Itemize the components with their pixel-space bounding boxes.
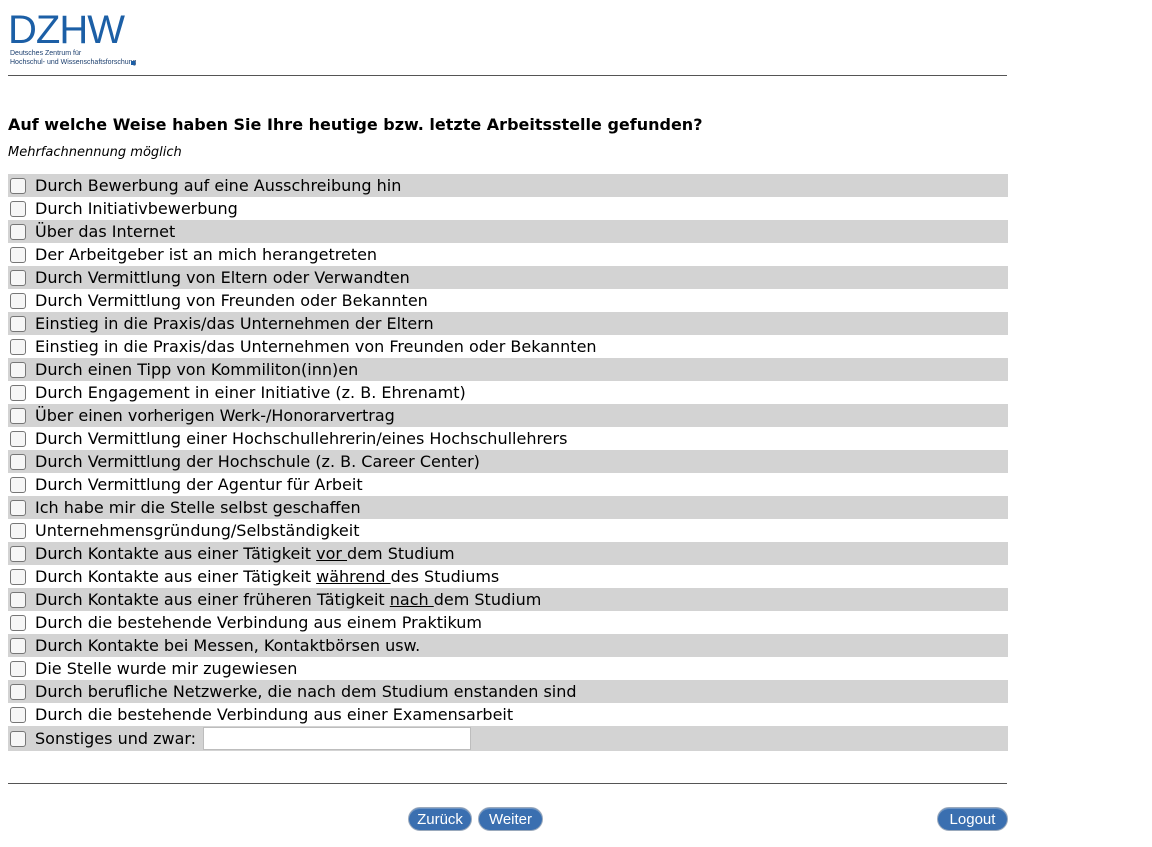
header-divider xyxy=(8,75,1007,76)
option-label: Durch Engagement in einer Initiative (z.… xyxy=(35,383,466,402)
option-row[interactable]: Durch Engagement in einer Initiative (z.… xyxy=(8,381,1008,404)
option-row[interactable]: Ich habe mir die Stelle selbst geschaffe… xyxy=(8,496,1008,519)
other-label: Sonstiges und zwar: xyxy=(35,729,197,748)
option-row[interactable]: Über das Internet xyxy=(8,220,1008,243)
option-row[interactable]: Durch Kontakte aus einer Tätigkeit währe… xyxy=(8,565,1008,588)
checkbox[interactable] xyxy=(10,430,26,447)
option-row[interactable]: Durch Kontakte bei Messen, Kontaktbörsen… xyxy=(8,634,1008,657)
option-label: Durch Kontakte aus einer Tätigkeit währe… xyxy=(35,567,500,586)
option-row[interactable]: Einstieg in die Praxis/das Unternehmen d… xyxy=(8,312,1008,335)
option-label: Durch Vermittlung einer Hochschullehreri… xyxy=(35,429,568,448)
checkbox[interactable] xyxy=(10,407,26,424)
option-label: Durch Bewerbung auf eine Ausschreibung h… xyxy=(35,176,402,195)
option-label: Durch Kontakte aus einer Tätigkeit vor d… xyxy=(35,544,455,563)
checkbox[interactable] xyxy=(10,614,26,631)
checkbox[interactable] xyxy=(10,499,26,516)
option-row[interactable]: Durch berufliche Netzwerke, die nach dem… xyxy=(8,680,1008,703)
logo-subtitle-line1: Deutsches Zentrum für xyxy=(10,50,82,57)
back-button[interactable]: Zurück xyxy=(408,807,472,831)
checkbox-other[interactable] xyxy=(10,730,26,747)
checkbox[interactable] xyxy=(10,545,26,562)
option-row[interactable]: Durch Initiativbewerbung xyxy=(8,197,1008,220)
option-label: Durch einen Tipp von Kommiliton(inn)en xyxy=(35,360,359,379)
option-label: Durch Kontakte aus einer früheren Tätigk… xyxy=(35,590,542,609)
checkbox[interactable] xyxy=(10,591,26,608)
question-hint: Mehrfachnennung möglich xyxy=(8,145,182,160)
option-row[interactable]: Durch Vermittlung der Hochschule (z. B. … xyxy=(8,450,1008,473)
other-text-input[interactable] xyxy=(203,727,472,750)
next-button[interactable]: Weiter xyxy=(478,807,543,831)
option-row[interactable]: Durch Vermittlung von Freunden oder Beka… xyxy=(8,289,1008,312)
option-label: Durch Vermittlung von Eltern oder Verwan… xyxy=(35,268,410,287)
checkbox[interactable] xyxy=(10,361,26,378)
option-row[interactable]: Durch Vermittlung einer Hochschullehreri… xyxy=(8,427,1008,450)
option-label: Durch die bestehende Verbindung aus eine… xyxy=(35,613,482,632)
checkbox[interactable] xyxy=(10,476,26,493)
checkbox[interactable] xyxy=(10,706,26,723)
option-row[interactable]: Über einen vorherigen Werk-/Honorarvertr… xyxy=(8,404,1008,427)
logo-wordmark: DZHW xyxy=(8,8,125,52)
option-label: Durch Vermittlung von Freunden oder Beka… xyxy=(35,291,428,310)
option-row[interactable]: Einstieg in die Praxis/das Unternehmen v… xyxy=(8,335,1008,358)
footer-divider xyxy=(8,783,1007,784)
option-row-other[interactable]: Sonstiges und zwar: xyxy=(8,726,1008,751)
option-label: Die Stelle wurde mir zugewiesen xyxy=(35,659,298,678)
checkbox[interactable] xyxy=(10,568,26,585)
option-label: Durch Vermittlung der Agentur für Arbeit xyxy=(35,475,363,494)
checkbox[interactable] xyxy=(10,384,26,401)
checkbox[interactable] xyxy=(10,522,26,539)
logo-subtitle-line2: Hochschul- und Wissenschaftsforschung xyxy=(10,59,137,66)
logo-square-mark xyxy=(131,61,135,65)
checkbox[interactable] xyxy=(10,660,26,677)
dzhw-logo: DZHW Deutsches Zentrum für Hochschul- un… xyxy=(8,10,140,66)
checkbox[interactable] xyxy=(10,683,26,700)
question-text: Auf welche Weise haben Sie Ihre heutige … xyxy=(8,115,703,134)
option-label: Über einen vorherigen Werk-/Honorarvertr… xyxy=(35,406,395,425)
checkbox[interactable] xyxy=(10,453,26,470)
option-label: Einstieg in die Praxis/das Unternehmen d… xyxy=(35,314,434,333)
option-row[interactable]: Durch die bestehende Verbindung aus eine… xyxy=(8,703,1008,726)
option-label: Durch Kontakte bei Messen, Kontaktbörsen… xyxy=(35,636,421,655)
option-label: Unternehmensgründung/Selbständigkeit xyxy=(35,521,360,540)
option-row[interactable]: Durch Bewerbung auf eine Ausschreibung h… xyxy=(8,174,1008,197)
options-list: Durch Bewerbung auf eine Ausschreibung h… xyxy=(8,174,1008,751)
option-label: Über das Internet xyxy=(35,222,176,241)
option-row[interactable]: Durch die bestehende Verbindung aus eine… xyxy=(8,611,1008,634)
checkbox[interactable] xyxy=(10,177,26,194)
option-row[interactable]: Durch Kontakte aus einer früheren Tätigk… xyxy=(8,588,1008,611)
option-row[interactable]: Durch Kontakte aus einer Tätigkeit vor d… xyxy=(8,542,1008,565)
checkbox[interactable] xyxy=(10,269,26,286)
checkbox[interactable] xyxy=(10,338,26,355)
checkbox[interactable] xyxy=(10,223,26,240)
checkbox[interactable] xyxy=(10,200,26,217)
option-row[interactable]: Durch Vermittlung von Eltern oder Verwan… xyxy=(8,266,1008,289)
option-label: Durch die bestehende Verbindung aus eine… xyxy=(35,705,514,724)
option-row[interactable]: Unternehmensgründung/Selbständigkeit xyxy=(8,519,1008,542)
option-label: Der Arbeitgeber ist an mich herangetrete… xyxy=(35,245,378,264)
checkbox[interactable] xyxy=(10,315,26,332)
option-row[interactable]: Durch Vermittlung der Agentur für Arbeit xyxy=(8,473,1008,496)
option-row[interactable]: Der Arbeitgeber ist an mich herangetrete… xyxy=(8,243,1008,266)
option-label: Durch Vermittlung der Hochschule (z. B. … xyxy=(35,452,480,471)
option-label: Durch berufliche Netzwerke, die nach dem… xyxy=(35,682,577,701)
option-label: Durch Initiativbewerbung xyxy=(35,199,238,218)
option-row[interactable]: Die Stelle wurde mir zugewiesen xyxy=(8,657,1008,680)
logout-button[interactable]: Logout xyxy=(937,807,1008,831)
option-label: Ich habe mir die Stelle selbst geschaffe… xyxy=(35,498,361,517)
checkbox[interactable] xyxy=(10,246,26,263)
option-row[interactable]: Durch einen Tipp von Kommiliton(inn)en xyxy=(8,358,1008,381)
checkbox[interactable] xyxy=(10,637,26,654)
checkbox[interactable] xyxy=(10,292,26,309)
option-label: Einstieg in die Praxis/das Unternehmen v… xyxy=(35,337,597,356)
